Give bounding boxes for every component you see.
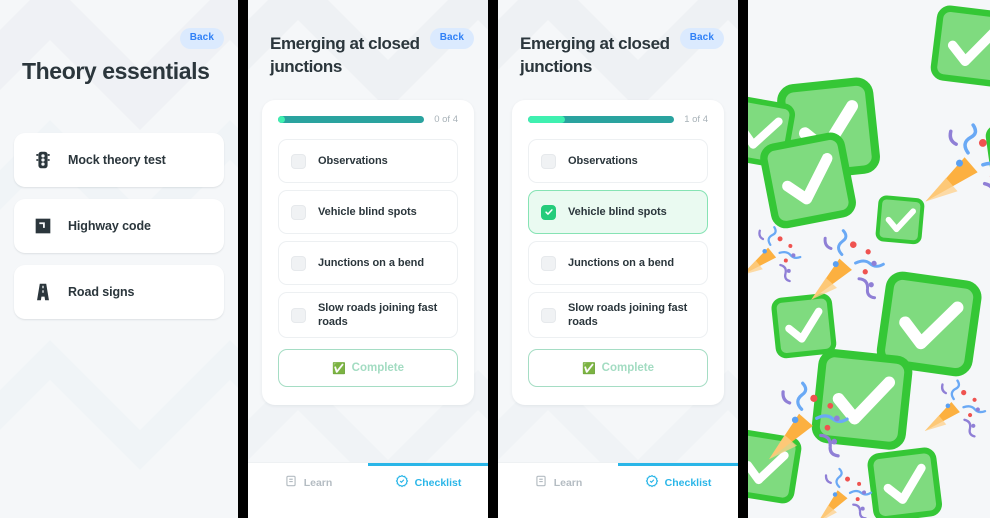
menu-item-road-signs[interactable]: Road signs [14, 265, 224, 319]
checklist-item[interactable]: Vehicle blind spots [528, 190, 708, 234]
checklist-item-label: Vehicle blind spots [318, 206, 417, 218]
menu-item-label: Road signs [68, 285, 135, 299]
progress-fill [278, 116, 286, 123]
progress-fill [528, 116, 565, 123]
panel-celebration [748, 0, 990, 518]
panel-theory-essentials: Back Theory essentials Mock theory test … [0, 0, 238, 518]
bottom-tab-bar: Learn Checklist [248, 462, 488, 518]
panel-divider [238, 0, 248, 518]
celebration-illustration [748, 0, 990, 518]
complete-button[interactable]: ✅ Complete [278, 349, 458, 387]
progress-bar [278, 116, 425, 123]
tab-label: Learn [553, 476, 583, 489]
road-icon [32, 280, 54, 304]
check-mark-emoji-icon: ✅ [331, 362, 346, 375]
progress-label: 0 of 4 [434, 114, 458, 125]
complete-button-label: Complete [351, 362, 405, 374]
panel-divider [738, 0, 748, 518]
menu-item-label: Highway code [68, 219, 151, 233]
checkbox-icon[interactable] [291, 204, 306, 220]
book-icon [284, 474, 298, 491]
book-icon [534, 474, 548, 491]
complete-button[interactable]: ✅ Complete [528, 349, 708, 387]
traffic-light-icon [32, 148, 54, 172]
progress-row: 0 of 4 [278, 114, 458, 125]
checklist-item[interactable]: Junctions on a bend [528, 241, 708, 285]
page-title: Emerging at closed junctions [270, 34, 420, 76]
badge-check-icon [395, 474, 409, 491]
checkbox-icon[interactable] [541, 307, 556, 323]
checklist-item[interactable]: Observations [528, 139, 708, 183]
checklist-item-label: Junctions on a bend [318, 257, 424, 269]
tab-label: Learn [303, 476, 333, 489]
menu-list: Mock theory test Highway code Road signs [14, 133, 224, 331]
tab-learn[interactable]: Learn [498, 463, 618, 518]
checklist-card: 0 of 4 Observations Vehicle blind spots … [262, 100, 474, 405]
checkbox-icon[interactable] [291, 307, 306, 323]
progress-bar [528, 116, 675, 123]
panel-checklist-one-done: Back Emerging at closed junctions 1 of 4… [498, 0, 738, 518]
checklist-item[interactable]: Vehicle blind spots [278, 190, 458, 234]
menu-item-label: Mock theory test [68, 153, 166, 167]
tab-label: Checklist [414, 476, 462, 489]
panel-checklist-empty: Back Emerging at closed junctions 0 of 4… [248, 0, 488, 518]
progress-row: 1 of 4 [528, 114, 708, 125]
bottom-tab-bar: Learn Checklist [498, 462, 738, 518]
checklist-item-label: Vehicle blind spots [568, 206, 667, 218]
tab-checklist[interactable]: Checklist [618, 463, 738, 518]
menu-item-highway-code[interactable]: Highway code [14, 199, 224, 253]
tab-label: Checklist [664, 476, 712, 489]
checklist-item[interactable]: Junctions on a bend [278, 241, 458, 285]
menu-item-mock-theory-test[interactable]: Mock theory test [14, 133, 224, 187]
checkbox-icon[interactable] [541, 255, 556, 271]
page-title: Theory essentials [22, 58, 210, 84]
checkbox-icon[interactable] [541, 204, 556, 220]
complete-button-label: Complete [601, 362, 655, 374]
checkbox-icon[interactable] [291, 153, 306, 169]
check-mark-emoji-icon: ✅ [581, 362, 596, 375]
tab-learn[interactable]: Learn [248, 463, 368, 518]
checklist-item-label: Junctions on a bend [568, 257, 674, 269]
checkbox-icon[interactable] [291, 255, 306, 271]
page-title: Emerging at closed junctions [520, 34, 670, 76]
badge-check-icon [645, 474, 659, 491]
checkbox-icon[interactable] [541, 153, 556, 169]
checklist-card: 1 of 4 Observations Vehicle blind spots … [512, 100, 724, 405]
checklist-item-label: Observations [568, 155, 638, 167]
panel-divider [488, 0, 498, 518]
checklist-item-label: Slow roads joining fast roads [568, 302, 688, 328]
progress-label: 1 of 4 [684, 114, 708, 125]
checklist-item[interactable]: Slow roads joining fast roads [528, 292, 708, 338]
back-button[interactable]: Back [179, 28, 224, 49]
tab-checklist[interactable]: Checklist [368, 463, 488, 518]
book-icon [32, 214, 54, 238]
checklist-item-label: Slow roads joining fast roads [318, 302, 438, 328]
checklist-item[interactable]: Observations [278, 139, 458, 183]
checklist-item-label: Observations [318, 155, 388, 167]
screenshot-strip: Back Theory essentials Mock theory test … [0, 0, 990, 518]
checklist-item[interactable]: Slow roads joining fast roads [278, 292, 458, 338]
